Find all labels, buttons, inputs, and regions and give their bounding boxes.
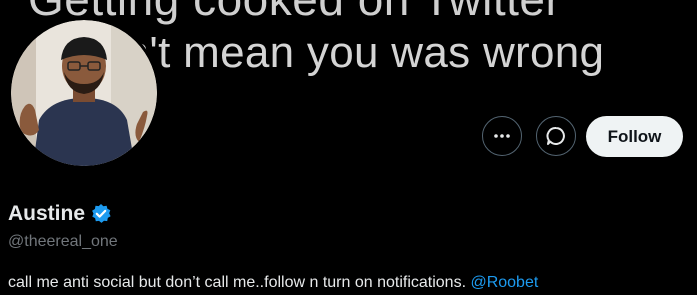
profile-bio: call me anti social but don’t call me..f… xyxy=(8,274,538,292)
more-options-button[interactable] xyxy=(482,116,522,156)
user-handle: @theereal_one xyxy=(8,233,118,250)
follow-button[interactable]: Follow xyxy=(586,116,683,157)
more-horizontal-icon xyxy=(494,134,510,138)
avatar-image xyxy=(11,20,157,166)
name-row: Austine xyxy=(8,202,112,226)
avatar[interactable] xyxy=(8,17,160,169)
message-button[interactable] xyxy=(536,116,576,156)
bio-mention-link[interactable]: @Roobet xyxy=(470,274,538,291)
verified-badge-icon[interactable] xyxy=(90,203,112,225)
message-bubble-icon xyxy=(546,127,565,145)
display-name: Austine xyxy=(8,202,86,225)
profile-header: Getting cooked on Twitter doesn't mean y… xyxy=(0,0,697,295)
bio-text: call me anti social but don’t call me..f… xyxy=(8,274,471,291)
